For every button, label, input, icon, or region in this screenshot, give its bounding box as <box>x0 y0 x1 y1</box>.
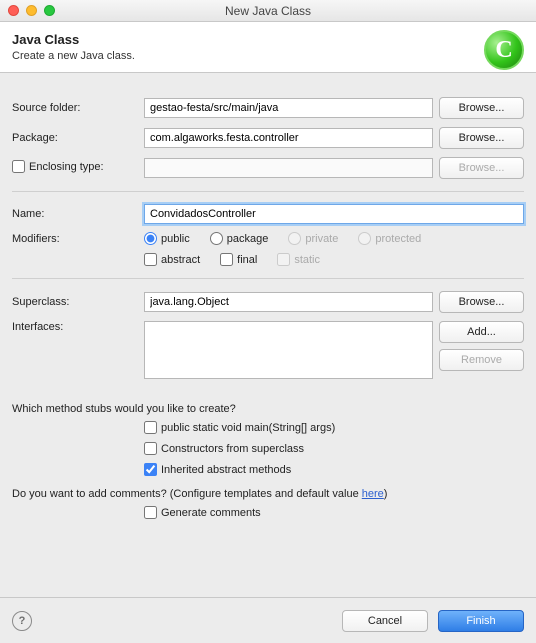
header-heading: Java Class <box>12 32 135 47</box>
name-input[interactable] <box>144 204 524 224</box>
generate-comments-checkbox[interactable]: Generate comments <box>144 506 510 519</box>
package-input[interactable] <box>144 128 433 148</box>
modifier-abstract-checkbox[interactable]: abstract <box>144 253 200 266</box>
window-controls <box>8 5 55 16</box>
cancel-button[interactable]: Cancel <box>342 610 428 632</box>
dialog-footer: ? Cancel Finish <box>0 597 536 643</box>
stubs-question: Which method stubs would you like to cre… <box>12 403 524 415</box>
stub-inherited-checkbox[interactable]: Inherited abstract methods <box>144 463 510 476</box>
help-icon[interactable]: ? <box>12 611 32 631</box>
modifiers-label: Modifiers: <box>12 233 144 245</box>
close-icon[interactable] <box>8 5 19 16</box>
modifier-private-radio: private <box>288 232 338 245</box>
stub-constructors-checkbox[interactable]: Constructors from superclass <box>144 442 510 455</box>
stub-main-checkbox[interactable]: public static void main(String[] args) <box>144 421 510 434</box>
enclosing-type-label: Enclosing type: <box>29 161 104 173</box>
package-label: Package: <box>12 132 144 144</box>
enclosing-type-check-input[interactable] <box>12 160 25 173</box>
superclass-label: Superclass: <box>12 296 144 308</box>
maximize-icon[interactable] <box>44 5 55 16</box>
source-folder-input[interactable] <box>144 98 433 118</box>
modifier-package-radio[interactable]: package <box>210 232 269 245</box>
superclass-input[interactable] <box>144 292 433 312</box>
browse-package-button[interactable]: Browse... <box>439 127 524 149</box>
enclosing-type-checkbox[interactable]: Enclosing type: <box>12 160 104 173</box>
comments-question: Do you want to add comments? (Configure … <box>12 488 524 500</box>
dialog-header: Java Class Create a new Java class. C <box>0 22 536 73</box>
modifier-final-checkbox[interactable]: final <box>220 253 257 266</box>
interfaces-list[interactable] <box>144 321 433 379</box>
remove-interface-button: Remove <box>439 349 524 371</box>
modifier-static-checkbox: static <box>277 253 320 266</box>
browse-superclass-button[interactable]: Browse... <box>439 291 524 313</box>
browse-enclosing-button: Browse... <box>439 157 524 179</box>
source-folder-label: Source folder: <box>12 102 144 114</box>
titlebar: New Java Class <box>0 0 536 22</box>
enclosing-type-input <box>144 158 433 178</box>
finish-button[interactable]: Finish <box>438 610 524 632</box>
interfaces-label: Interfaces: <box>12 321 144 333</box>
modifier-public-radio[interactable]: public <box>144 232 190 245</box>
browse-source-folder-button[interactable]: Browse... <box>439 97 524 119</box>
header-subtitle: Create a new Java class. <box>12 50 135 62</box>
configure-templates-link[interactable]: here <box>362 488 384 500</box>
add-interface-button[interactable]: Add... <box>439 321 524 343</box>
minimize-icon[interactable] <box>26 5 37 16</box>
modifier-protected-radio: protected <box>358 232 421 245</box>
window-title: New Java Class <box>8 4 528 18</box>
java-class-icon: C <box>484 30 524 70</box>
name-label: Name: <box>12 208 144 220</box>
